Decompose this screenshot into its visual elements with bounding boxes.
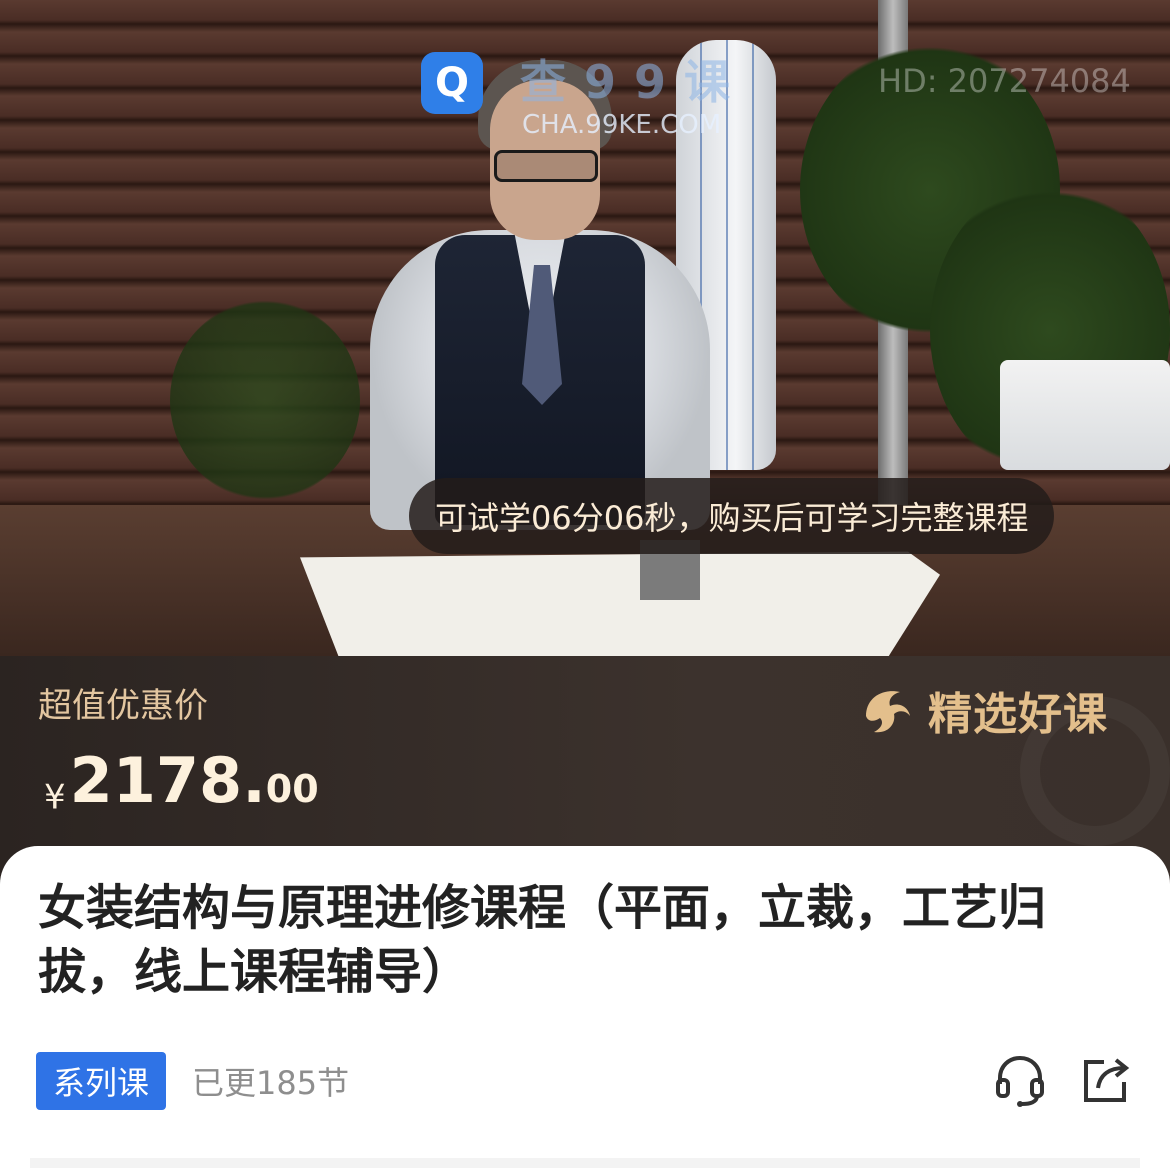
series-tag: 系列课 [36, 1052, 166, 1110]
bottom-divider [30, 1158, 1140, 1168]
watermark-logo-icon: Q [421, 52, 483, 114]
pattern-paper [300, 551, 940, 656]
plant-left [170, 300, 360, 500]
course-title: 女装结构与原理进修课程（平面，立裁，工艺归拔，线上课程辅导） [38, 880, 1047, 1000]
headset-icon[interactable] [992, 1052, 1048, 1108]
featured-badge: 精选好课 [858, 678, 1108, 742]
price-currency: ¥ [44, 777, 66, 818]
watermark-id: HD: 207274084 [878, 62, 1131, 100]
price-decimal: 00 [265, 767, 319, 811]
watermark-url: CHA.99KE.COM [522, 110, 722, 140]
course-info-card: 女装结构与原理进修课程（平面，立裁，工艺归拔，线上课程辅导） 系列课 已更185… [0, 846, 1170, 1168]
instructor-glasses [494, 150, 598, 182]
dolphin-icon [866, 691, 910, 733]
watermark-title: 查99课 [520, 55, 749, 109]
video-player[interactable]: Q 查99课 CHA.99KE.COM HD: 207274084 可试学06分… [0, 0, 1170, 656]
price: ¥2178.00 [44, 744, 319, 818]
share-icon[interactable] [1078, 1052, 1134, 1108]
price-label: 超值优惠价 [38, 686, 208, 726]
badge-text: 精选好课 [928, 689, 1108, 740]
trial-notice[interactable]: 可试学06分06秒，购买后可学习完整课程 [409, 478, 1055, 554]
price-integer: 2178. [69, 744, 266, 817]
updated-count: 已更185节 [192, 1064, 350, 1102]
sewing-machine [1000, 360, 1170, 470]
